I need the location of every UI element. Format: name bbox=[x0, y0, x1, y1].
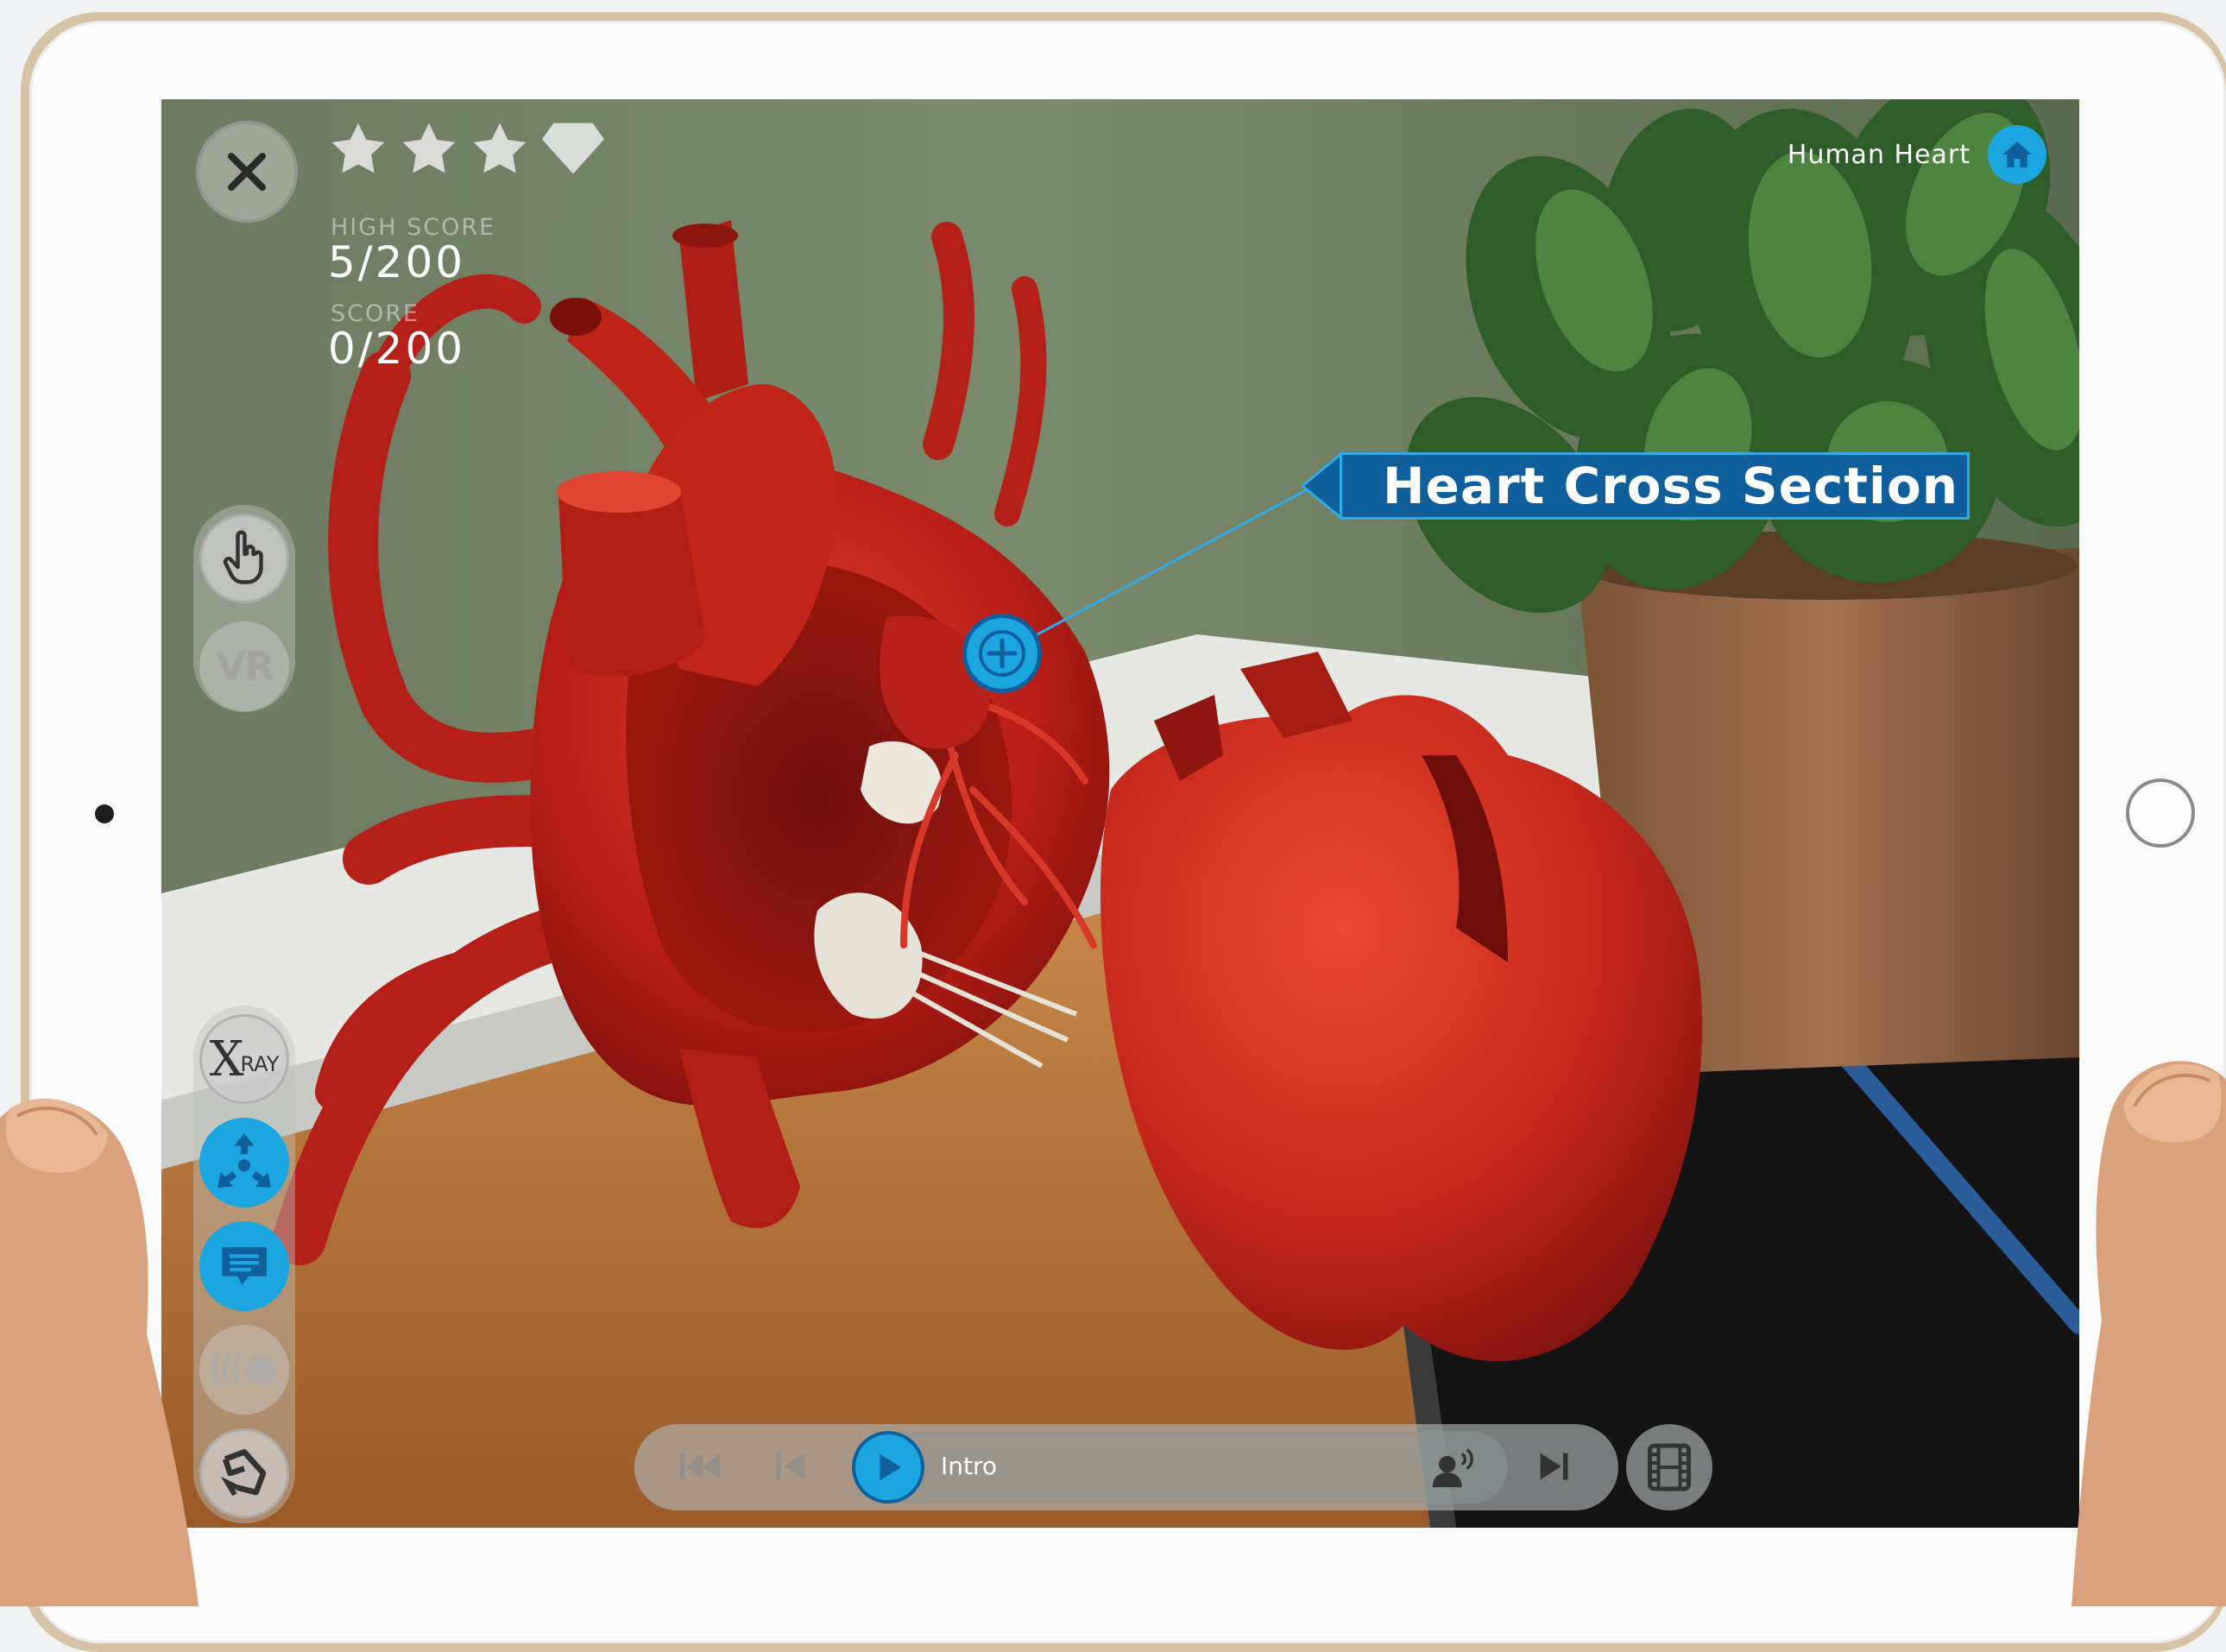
info-chat-button[interactable] bbox=[199, 1221, 289, 1311]
xray-label-ray: RAY bbox=[240, 1052, 280, 1076]
star-icon bbox=[400, 121, 457, 176]
skip-back-icon bbox=[679, 1453, 720, 1480]
score-value: 0/200 bbox=[328, 324, 466, 374]
next-icon bbox=[1540, 1453, 1568, 1480]
camera-icon bbox=[95, 804, 114, 823]
media-controls: Intro bbox=[634, 1424, 1618, 1510]
close-button[interactable] bbox=[196, 121, 298, 223]
previous-icon bbox=[776, 1453, 805, 1480]
home-icon bbox=[2002, 142, 2032, 167]
move-button[interactable] bbox=[199, 1118, 289, 1207]
play-button[interactable] bbox=[852, 1431, 924, 1504]
xray-label-x: X bbox=[209, 1031, 244, 1088]
move-arrows-icon bbox=[218, 1132, 271, 1189]
tablet-home-button[interactable] bbox=[2126, 779, 2195, 848]
track-label: Intro bbox=[941, 1452, 998, 1480]
vr-mode-button[interactable]: VR bbox=[199, 621, 289, 711]
touch-mode-button[interactable] bbox=[199, 514, 289, 603]
film-icon bbox=[1648, 1443, 1691, 1491]
hand-pointer-icon bbox=[223, 530, 263, 584]
high-score-value: 5/200 bbox=[328, 237, 466, 287]
rotate-button[interactable] bbox=[199, 1428, 289, 1518]
audio-icon bbox=[1432, 1448, 1473, 1488]
previous-button[interactable] bbox=[774, 1447, 809, 1485]
callout-text: Heart Cross Section bbox=[1383, 457, 1959, 515]
play-icon bbox=[880, 1453, 902, 1481]
chat-icon bbox=[222, 1247, 267, 1285]
star-icon bbox=[471, 121, 528, 176]
vr-label: VR bbox=[215, 643, 274, 690]
close-icon bbox=[228, 153, 266, 191]
diamond-icon bbox=[542, 121, 604, 176]
plus-icon bbox=[979, 630, 1025, 677]
home-button[interactable] bbox=[1988, 125, 2046, 184]
right-hand bbox=[2072, 1061, 2226, 1606]
audio-button[interactable] bbox=[1428, 1443, 1479, 1490]
hotspot-button[interactable] bbox=[962, 614, 1042, 693]
model-title: Human Heart bbox=[1787, 139, 1971, 170]
rating-stars bbox=[330, 121, 604, 176]
callout-pointer bbox=[1301, 451, 1344, 520]
xray-button[interactable]: X RAY bbox=[199, 1014, 289, 1104]
callout-label[interactable]: Heart Cross Section bbox=[1340, 452, 1971, 520]
next-button[interactable] bbox=[1536, 1447, 1571, 1485]
ar-screen: HIGH SCORE 5/200 SCORE 0/200 Human Heart… bbox=[161, 99, 2079, 1528]
hud-overlay: HIGH SCORE 5/200 SCORE 0/200 Human Heart… bbox=[161, 99, 2079, 1528]
top-right-header: Human Heart bbox=[1788, 125, 2046, 184]
sound-button[interactable] bbox=[199, 1325, 289, 1415]
star-icon bbox=[330, 121, 387, 176]
sound-waves-icon bbox=[211, 1353, 277, 1386]
left-hand bbox=[0, 1098, 199, 1606]
skip-back-button[interactable] bbox=[678, 1447, 724, 1485]
film-button[interactable] bbox=[1626, 1424, 1712, 1510]
rotate-icon bbox=[220, 1448, 267, 1497]
